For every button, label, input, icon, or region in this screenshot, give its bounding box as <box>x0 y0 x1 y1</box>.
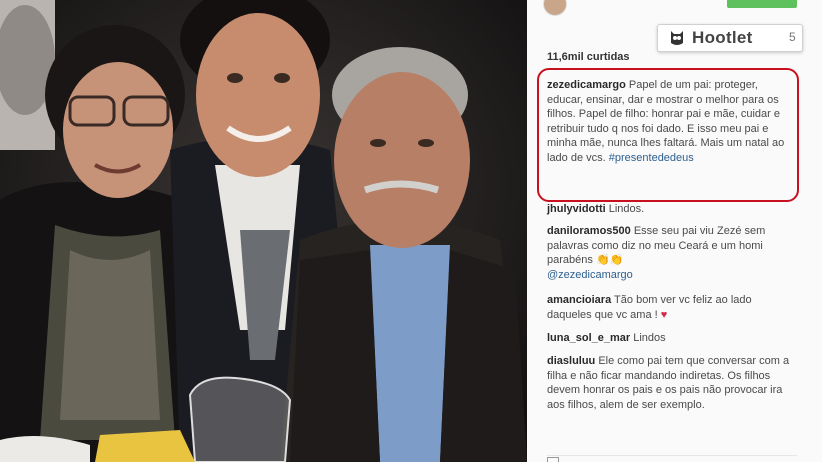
hootlet-button[interactable]: Hootlet <box>657 24 803 52</box>
owl-icon <box>671 31 683 45</box>
comment-text: Lindos <box>630 332 666 344</box>
clap-emoji: 👏👏 <box>595 254 624 266</box>
comment-username[interactable]: jhulyvidotti <box>547 203 606 215</box>
post-header <box>527 0 822 16</box>
caption-username[interactable]: zezedicamargo <box>547 79 626 91</box>
post-caption: zezedicamargo Papel de um pai: proteger,… <box>547 78 795 165</box>
instagram-post-panel: Hootlet 5 11,6mil curtidas zezedicamargo… <box>527 0 822 462</box>
heart-emoji: ♥ <box>660 308 668 321</box>
hootlet-label: Hootlet <box>692 28 753 47</box>
comment-item: amancioiara Tão bom ver vc feliz ao lado… <box>547 293 797 322</box>
photo-illustration <box>0 0 527 462</box>
comment-item: daniloramos500 Esse seu pai viu Zezé sem… <box>547 224 797 282</box>
comment-username[interactable]: diasluluu <box>547 355 595 367</box>
comment-username[interactable]: daniloramos500 <box>547 225 631 237</box>
comment-item: luna_sol_e_mar Lindos <box>547 331 797 346</box>
likes-count[interactable]: 11,6mil curtidas <box>547 51 630 63</box>
follow-button[interactable] <box>727 0 797 8</box>
comment-item: jhulyvidotti Lindos. <box>547 202 797 217</box>
hootlet-extra: 5 <box>789 30 796 44</box>
comment-mention[interactable]: @zezedicamargo <box>547 269 633 281</box>
comment-username[interactable]: luna_sol_e_mar <box>547 332 630 344</box>
caption-hashtag[interactable]: #presentededeus <box>609 152 694 164</box>
post-photo <box>0 0 527 462</box>
comment-text: Lindos. <box>605 203 645 215</box>
heart-icon[interactable] <box>547 457 559 462</box>
avatar[interactable] <box>543 0 567 16</box>
comment-item: diasluluu Ele como pai tem que conversar… <box>547 354 797 412</box>
divider <box>547 455 797 456</box>
comment-username[interactable]: amancioiara <box>547 294 611 306</box>
